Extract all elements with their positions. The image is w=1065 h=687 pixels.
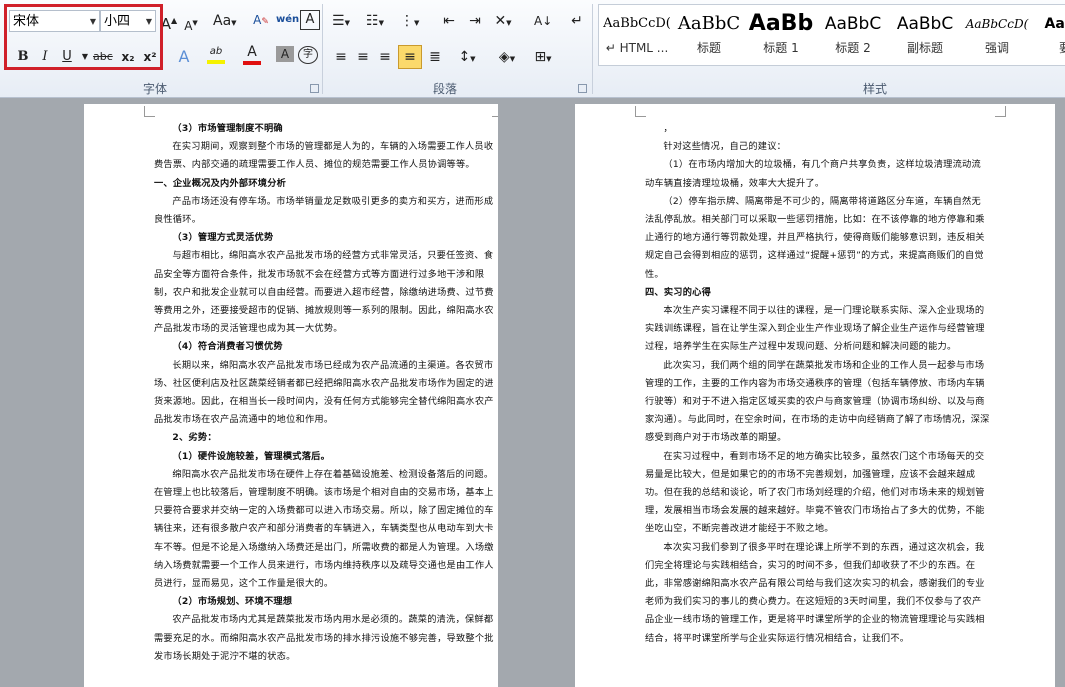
font-color-button[interactable]: A bbox=[243, 44, 261, 65]
paragraph: （1）硬件设施较差，管理模式落后。 bbox=[172, 450, 331, 462]
paragraph: 2、劣势： bbox=[172, 432, 217, 444]
paragraph: （2）市场规划、环境不理想 bbox=[172, 596, 293, 608]
paragraph: 针对这些情况，自己的建议： bbox=[663, 141, 787, 153]
increase-indent-icon[interactable]: ⇥ bbox=[466, 10, 484, 32]
numbering-icon[interactable]: ☷▼ bbox=[366, 10, 384, 32]
change-case-button[interactable]: Aa▼ bbox=[213, 10, 237, 32]
style-emphasis[interactable]: AaBbCcD(强调 bbox=[959, 5, 1035, 63]
paragraph-group-label: 段落 bbox=[432, 82, 457, 96]
paragraph: 农产品批发市场内尤其是蔬菜批发市场内用水是必须的。蔬菜的清洗，保鲜都需要充足的水… bbox=[154, 614, 494, 662]
style-title[interactable]: AaBbC 标题 bbox=[671, 5, 747, 63]
paragraph: 与超市相比，绵阳高水农产品批发市场的经营方式非常灵活，只要任签资、食品安全等方面… bbox=[154, 250, 494, 335]
text-effect-button[interactable]: A bbox=[175, 46, 193, 68]
page-corner-mark bbox=[635, 106, 646, 117]
sort-icon[interactable]: A↓ bbox=[534, 10, 552, 32]
line-spacing-icon[interactable]: ↕▼ bbox=[458, 46, 476, 68]
group-separator bbox=[592, 4, 593, 94]
paragraph: 绵阳高水农产品批发市场在硬件上存在着基础设施差、检测设备落后的问题。在管理上也比… bbox=[154, 468, 494, 590]
document-page-right[interactable]: ， 针对这些情况，自己的建议： （1）在市场内增加大的垃圾桶，有几个商户共享负责，这… bbox=[575, 104, 1055, 687]
justify-icon[interactable]: ≡ bbox=[398, 45, 422, 69]
align-right-icon[interactable]: ≡ bbox=[376, 46, 394, 68]
paragraph: 一、企业概况及内外部环境分析 bbox=[154, 177, 287, 189]
document-page-left[interactable]: （3）市场管理制度不明确在实习期间，观察到整个市场的管理都是人为的，车辆的入场需… bbox=[84, 104, 498, 687]
paragraph: 此次实习，我们两个组的同学在蔬菜批发市场和企业的工作人员一起参与市场管理的工作，… bbox=[645, 359, 990, 444]
paragraph: （4）符合消费者习惯优势 bbox=[172, 341, 283, 353]
distributed-icon[interactable]: ≣ bbox=[426, 46, 444, 68]
bullets-icon[interactable]: ☰▼ bbox=[332, 10, 350, 32]
paragraph-dialog-launcher-icon[interactable] bbox=[578, 84, 587, 93]
style-subtitle[interactable]: AaBbC 副标题 bbox=[887, 5, 963, 63]
char-shading-button[interactable]: A bbox=[276, 46, 294, 62]
borders-icon[interactable]: ⊞▼ bbox=[534, 46, 552, 68]
page-text: （3）市场管理制度不明确在实习期间，观察到整个市场的管理都是人为的，车辆的入场需… bbox=[154, 120, 494, 666]
paragraph: 在实习期间，观察到整个市场的管理都是人为的，车辆的入场需要工作人员收费告票、内部… bbox=[154, 141, 494, 171]
page-corner-mark bbox=[995, 106, 1006, 117]
paragraph: 长期以来，绵阳高水农产品批发市场已经成为农产品流通的主渠道。各农贸市场、社区便利… bbox=[154, 359, 494, 426]
paragraph: 在实习过程中，看到市场不足的地方确实比较多，虽然农门这个市场每天的交易量是比较大… bbox=[645, 450, 985, 535]
char-border-button[interactable]: A bbox=[300, 10, 320, 30]
show-marks-icon[interactable]: ↵ bbox=[568, 10, 586, 32]
shrink-font-button[interactable]: A▼ bbox=[182, 12, 200, 34]
paragraph: （3）市场管理制度不明确 bbox=[172, 123, 283, 134]
clear-format-button[interactable]: A✎ bbox=[252, 9, 270, 31]
phonetic-guide-button[interactable]: wén bbox=[276, 9, 299, 31]
styles-gallery[interactable]: AaBbCcD(↵ HTML ... AaBbC 标题 AaBb 标题 1 AaBb… bbox=[598, 4, 1065, 66]
style-strong[interactable]: AaBb要 bbox=[1027, 5, 1065, 63]
paragraph: 四、实习的心得 bbox=[645, 286, 712, 298]
paragraph: 产品市场还没有停车场。市场举销量龙足数吸引更多的卖方和买方，进而形成良性循环。 bbox=[154, 195, 494, 226]
styles-group-label: 样式 bbox=[862, 82, 887, 96]
page-corner-mark bbox=[492, 106, 498, 117]
style-heading-1[interactable]: AaBb 标题 1 bbox=[743, 5, 819, 63]
shading-icon[interactable]: ◈▼ bbox=[498, 46, 516, 68]
decrease-indent-icon[interactable]: ⇤ bbox=[440, 10, 458, 32]
paragraph: ， bbox=[663, 123, 673, 134]
highlight-color-button[interactable]: ab bbox=[207, 44, 225, 64]
paragraph: （1）在市场内增加大的垃圾桶，有几个商户共享负责，这样垃圾清理流动流动车辆直接清… bbox=[645, 159, 981, 189]
multilevel-list-icon[interactable]: ⋮▼ bbox=[400, 10, 419, 32]
font-dialog-launcher-icon[interactable] bbox=[310, 84, 319, 93]
style-heading-2[interactable]: AaBbC 标题 2 bbox=[815, 5, 891, 63]
paragraph: （2）停车指示牌、隔离带是不可少的，隔离带将道路区分车道，车辆自然无法乱停乱放。… bbox=[645, 195, 985, 280]
enclose-char-button[interactable]: 字 bbox=[298, 46, 318, 64]
paragraph: （3）管理方式灵活优势 bbox=[172, 232, 274, 244]
align-center-icon[interactable]: ≡ bbox=[354, 46, 372, 68]
page-corner-mark bbox=[144, 106, 155, 117]
group-separator bbox=[322, 4, 323, 94]
ribbon: 宋体 ▼ 小四 ▼ A▲ A▼ Aa▼ A✎ wén A B I U ▼ abc x… bbox=[0, 0, 1065, 98]
style-html[interactable]: AaBbCcD(↵ HTML ... bbox=[599, 5, 675, 63]
chinese-layout-icon[interactable]: ✕▼ bbox=[494, 10, 512, 32]
font-format-highlight-frame bbox=[4, 4, 163, 70]
font-group-label: 字体 bbox=[142, 82, 167, 96]
page-text: ， 针对这些情况，自己的建议： （1）在市场内增加大的垃圾桶，有几个商户共享负责，这… bbox=[645, 120, 990, 648]
align-left-icon[interactable]: ≡ bbox=[332, 46, 350, 68]
paragraph: 本次实习我们参到了很多平时在理论课上所学不到的东西，通过这次机会，我们完全将理论… bbox=[645, 541, 985, 644]
paragraph: 本次生产实习课程不同于以往的课程，是一门理论联系实际、深入企业现场的实践训练课程… bbox=[645, 305, 985, 353]
